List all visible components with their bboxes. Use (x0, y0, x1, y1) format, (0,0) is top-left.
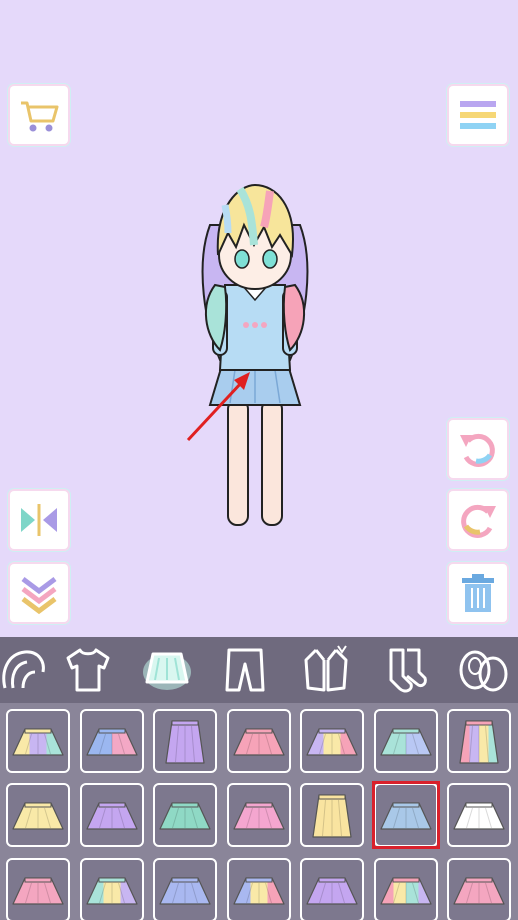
tiered-skirt-icon (12, 728, 64, 756)
item-cell[interactable] (80, 858, 144, 920)
item-cell[interactable] (153, 858, 217, 920)
redo-icon (461, 504, 496, 538)
trash-button[interactable] (449, 564, 507, 622)
item-cell[interactable] (227, 858, 291, 920)
pants-icon (225, 648, 265, 692)
item-grid (0, 703, 518, 920)
item-cell[interactable] (374, 709, 438, 773)
layered-skirt-icon (380, 728, 432, 756)
chevrons-down-icon (21, 577, 57, 615)
annotation-arrow (186, 372, 250, 442)
button-skirt-icon (159, 802, 211, 830)
item-cell[interactable] (227, 709, 291, 773)
menu-button[interactable] (449, 86, 507, 144)
item-cell[interactable] (447, 709, 511, 773)
pleated-skirt-icon (233, 802, 285, 830)
hamburger-menu-icon (460, 101, 496, 129)
item-cell[interactable] (153, 783, 217, 847)
rainbow-pleated-skirt-icon (86, 877, 138, 905)
ruffle-mini-skirt-icon (453, 877, 505, 905)
rainbow-mini-skirt-icon (380, 877, 432, 905)
shop-cart-button[interactable] (10, 86, 68, 144)
item-cell[interactable] (153, 709, 217, 773)
tab-hair[interactable] (0, 639, 54, 701)
tab-shoes[interactable] (452, 639, 514, 701)
item-cell[interactable] (447, 783, 511, 847)
pleated-skirt-icon (306, 877, 358, 905)
item-cell[interactable] (80, 709, 144, 773)
cart-icon (21, 101, 59, 132)
character-avatar (201, 183, 309, 526)
flare-skirt-icon (12, 802, 64, 830)
pleated-skirt-icon (233, 728, 285, 756)
item-cell[interactable] (6, 858, 70, 920)
shirt-icon (66, 648, 110, 692)
tab-top[interactable] (57, 639, 119, 701)
undo-button[interactable] (449, 420, 507, 478)
skirt-icon (143, 652, 191, 690)
item-cell[interactable] (80, 783, 144, 847)
trash-icon (462, 574, 494, 612)
short-pleated-skirt-icon (380, 802, 432, 830)
item-cell[interactable] (372, 781, 440, 849)
item-cell[interactable] (447, 858, 511, 920)
item-cell[interactable] (374, 858, 438, 920)
shoes-icon (459, 650, 508, 692)
long-skirt-icon (165, 720, 205, 764)
ruffle-skirt-icon (86, 728, 138, 756)
hair-icon (2, 650, 45, 689)
tab-skirt[interactable] (136, 639, 198, 701)
collapse-button[interactable] (10, 564, 68, 622)
category-bar (0, 637, 518, 703)
tab-outerwear[interactable] (295, 639, 357, 701)
white-skirt-icon (453, 802, 505, 830)
undo-icon (460, 433, 495, 467)
flip-horizontal-icon (21, 504, 57, 536)
socks-icon (389, 648, 427, 693)
item-cell[interactable] (300, 709, 364, 773)
striped-wrap-skirt-icon (306, 728, 358, 756)
rainbow-long-skirt-icon (459, 720, 499, 764)
diagonal-skirt-icon (233, 877, 285, 905)
item-cell[interactable] (6, 709, 70, 773)
bubble-skirt-icon (12, 877, 64, 905)
item-cell[interactable] (300, 858, 364, 920)
item-cell[interactable] (227, 783, 291, 847)
mini-skirt-icon (86, 802, 138, 830)
redo-button[interactable] (449, 491, 507, 549)
long-pleated-skirt-icon (312, 794, 352, 838)
tab-socks[interactable] (374, 639, 436, 701)
jacket-icon (304, 645, 348, 692)
pleated-skirt-icon (159, 877, 211, 905)
tab-pants[interactable] (214, 639, 276, 701)
item-cell[interactable] (300, 783, 364, 847)
canvas-area (0, 0, 518, 637)
flip-button[interactable] (10, 491, 68, 549)
item-cell[interactable] (6, 783, 70, 847)
